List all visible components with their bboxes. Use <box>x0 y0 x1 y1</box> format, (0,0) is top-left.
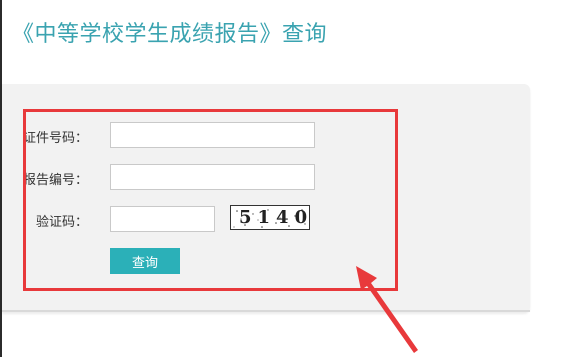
arrow-shape <box>356 266 418 353</box>
annotation-arrow <box>356 266 418 353</box>
